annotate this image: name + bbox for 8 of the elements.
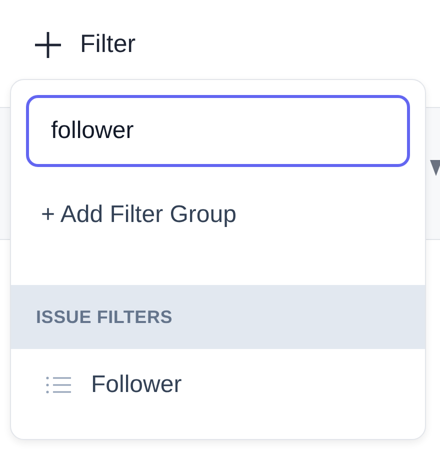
caret-icon — [430, 160, 440, 176]
add-filter-group-button[interactable]: + Add Filter Group — [41, 201, 236, 229]
plus-icon — [34, 30, 62, 58]
list-icon — [46, 376, 71, 394]
section-title: ISSUE FILTERS — [36, 306, 173, 328]
filter-option[interactable]: Follower — [11, 349, 425, 421]
search-field[interactable]: follower — [26, 95, 410, 167]
filter-button[interactable]: Filter — [30, 26, 140, 63]
